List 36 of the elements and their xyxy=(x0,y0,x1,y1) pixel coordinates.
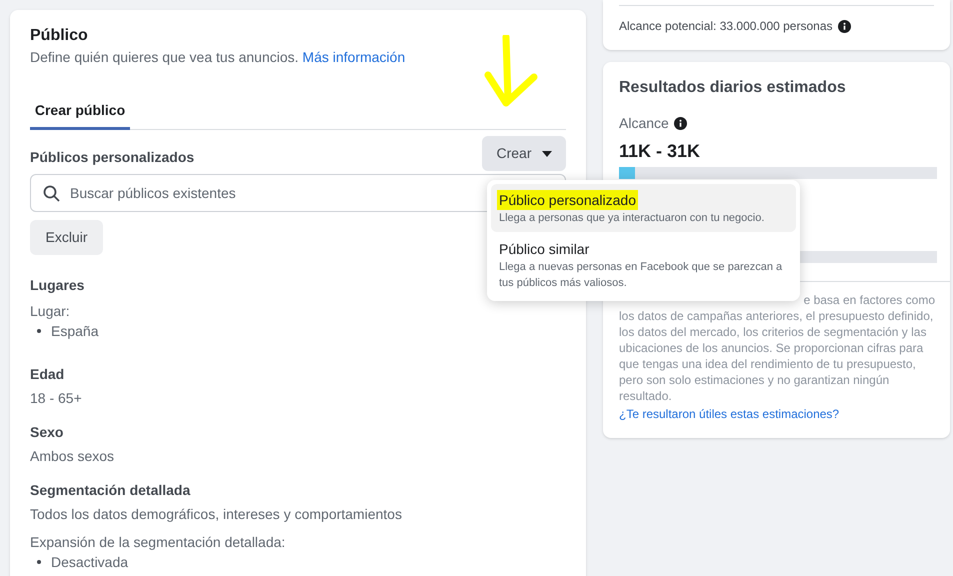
create-button[interactable]: Crear xyxy=(482,136,566,171)
section-label: Lugar: xyxy=(30,302,70,321)
tab[interactable]: Crear público xyxy=(30,93,130,130)
menu-item[interactable]: Público personalizado Llega a personas que ya interactuaron con tu negocio. xyxy=(491,184,796,232)
section-heading: Lugares xyxy=(30,276,84,295)
menu-item-title: Público similar xyxy=(499,240,590,259)
metric-label: Alcance xyxy=(619,114,669,133)
section-label: Expansión de la segmentación detallada: xyxy=(30,533,286,552)
section-value: Todos los datos demográficos, intereses y comportamientos xyxy=(30,505,402,524)
reach-range: 11K - 31K xyxy=(619,140,702,162)
search-icon xyxy=(43,185,60,202)
list-item: Desactivada xyxy=(51,553,128,572)
field-label: Públicos personalizados xyxy=(30,148,194,167)
section-value: 18 - 65+ xyxy=(30,389,82,408)
section-title: Público xyxy=(30,26,89,46)
section-value: Ambos sexos xyxy=(30,447,114,466)
info-icon xyxy=(674,117,687,130)
section-heading: Edad xyxy=(30,365,64,384)
section-heading: Sexo xyxy=(30,423,64,442)
note-text: los datos de campañas anteriores, el presupuesto definido, los datos del mercado, los criterios de segmentación y las ubicaciones de los anuncios. Se proporcionan cifras para que tengas una idea del rendimiento de tu presupuesto, pero son solo estimaciones y no garantizan ningún resultado. xyxy=(619,308,934,404)
menu-item-title: Público personalizado xyxy=(497,190,638,210)
exclude-button[interactable]: Excluir xyxy=(30,220,103,255)
bullet-icon xyxy=(37,329,41,333)
menu-item-description: Llega a personas que ya interactuaron con tu negocio. xyxy=(499,211,766,226)
list-item: España xyxy=(51,322,98,341)
bullet-icon xyxy=(37,560,41,564)
feedback-link[interactable]: ¿Te resultaron útiles estas estimaciones? xyxy=(619,406,937,422)
reach-text: Alcance potencial: 33.000.000 personas xyxy=(619,18,832,35)
caret-icon xyxy=(542,150,552,156)
section-heading: Segmentación detallada xyxy=(30,481,190,500)
more-info-link[interactable]: Más información xyxy=(302,49,406,65)
description-text: Define quién quieres que vea tus anuncios. Más información xyxy=(30,48,406,67)
info-icon xyxy=(838,20,850,32)
card-title: Resultados diarios estimados xyxy=(619,78,847,98)
menu-item-description: Llega a nuevas personas en Facebook que se parezcan a tus públicos más valiosos. xyxy=(499,260,784,291)
note-text: e basa en factores como xyxy=(804,292,935,308)
